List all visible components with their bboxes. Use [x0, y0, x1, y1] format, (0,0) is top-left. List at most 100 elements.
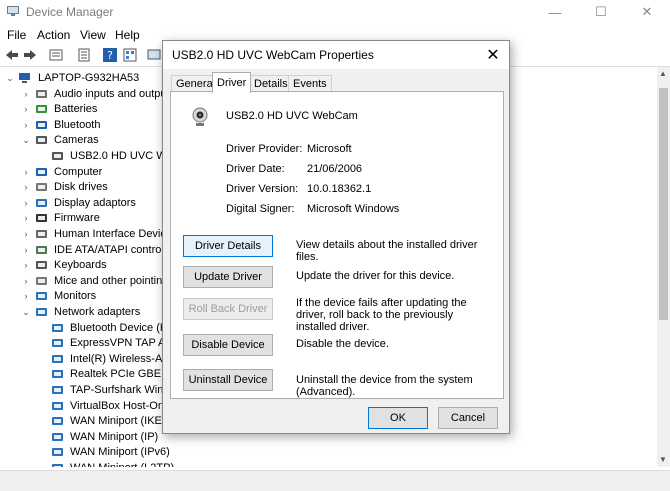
menu-action[interactable]: Action — [37, 28, 70, 42]
expand-chevron-icon[interactable]: › — [21, 210, 31, 226]
bluetooth-icon — [36, 120, 47, 129]
hid-icon — [36, 230, 47, 238]
tree-item-label: Disk drives — [54, 181, 108, 194]
expand-chevron-icon[interactable]: › — [21, 164, 31, 180]
properties-dialog: USB2.0 HD UVC WebCam Properties ✕ Genera… — [162, 40, 510, 434]
speaker-icon — [36, 89, 47, 98]
expand-chevron-icon[interactable]: › — [21, 117, 31, 133]
scan-hardware-icon[interactable] — [146, 47, 162, 63]
chip-icon — [36, 214, 47, 223]
network-adapter-icon — [52, 323, 63, 332]
help-icon[interactable]: ? — [102, 47, 118, 63]
expand-chevron-icon[interactable]: › — [21, 226, 31, 242]
tab-driver[interactable]: Driver — [212, 72, 252, 93]
tree-item-label: IDE ATA/ATAPI controlle — [54, 243, 173, 256]
tab-events[interactable]: Events — [288, 75, 332, 92]
tree-item-label: Audio inputs and outpu — [54, 87, 167, 100]
minimize-button[interactable]: — — [532, 0, 578, 24]
tree-item-label: Intel(R) Wireless-AC — [70, 352, 171, 365]
webcam-icon — [192, 107, 208, 126]
controller-icon — [36, 245, 47, 254]
webcam-icon — [52, 152, 63, 160]
dialog-title: USB2.0 HD UVC WebCam Properties — [172, 48, 374, 62]
expand-chevron-icon[interactable]: › — [21, 288, 31, 304]
driver-details-button[interactable]: Driver Details — [183, 235, 273, 257]
tree-item-label: TAP-Surfshark Windo — [70, 384, 176, 396]
device-manager-icon — [7, 6, 19, 16]
svg-text:?: ? — [107, 49, 113, 62]
close-button[interactable]: ✕ — [624, 0, 670, 24]
dialog-close-button[interactable]: ✕ — [479, 43, 507, 67]
tree-item-label: Cameras — [54, 134, 99, 147]
network-adapter-icon — [52, 386, 63, 394]
disable-device-button[interactable]: Disable Device — [183, 334, 273, 356]
disk-icon — [36, 183, 47, 192]
computer-icon — [36, 167, 47, 176]
tree-item-label: WAN Miniport (IKEv — [70, 415, 168, 428]
tree-item-label: Mice and other pointing — [54, 274, 169, 287]
menu-help[interactable]: Help — [115, 28, 140, 42]
network-adapter-icon — [52, 464, 63, 467]
details-view-icon[interactable] — [122, 47, 138, 63]
collapse-chevron-icon[interactable]: ⌄ — [5, 70, 15, 86]
menu-view[interactable]: View — [80, 28, 106, 42]
update-driver-button[interactable]: Update Driver — [183, 266, 273, 288]
tree-item-label: WAN Miniport (L2TP) — [70, 460, 174, 467]
scroll-up-icon[interactable]: ▲ — [659, 69, 667, 78]
driver-date-label: Driver Date: — [226, 163, 285, 175]
list-view-icon[interactable] — [76, 47, 92, 63]
computer-icon — [19, 73, 30, 83]
tree-item-label: Batteries — [54, 103, 98, 116]
expand-chevron-icon[interactable]: › — [21, 179, 31, 195]
status-bar — [0, 470, 670, 491]
cancel-button[interactable]: Cancel — [438, 407, 498, 429]
tab-details[interactable]: Details — [249, 75, 293, 92]
uninstall-device-description: Uninstall the device from the system (Ad… — [296, 374, 473, 398]
battery-icon — [36, 105, 47, 114]
monitor-icon — [36, 198, 47, 207]
ok-button[interactable]: OK — [368, 407, 428, 429]
tree-item-label: Human Interface Device — [54, 228, 172, 240]
roll-back-driver-description: If the device fails after updating the d… — [296, 297, 467, 333]
monitor-icon — [36, 292, 47, 301]
forward-arrow-icon[interactable] — [22, 47, 38, 63]
uninstall-device-button[interactable]: Uninstall Device — [183, 369, 273, 391]
network-adapter-icon — [52, 354, 63, 363]
expand-chevron-icon[interactable]: › — [21, 101, 31, 117]
driver-date-value: 21/06/2006 — [307, 163, 363, 175]
back-arrow-icon[interactable] — [4, 47, 20, 63]
digital-signer-value: Microsoft Windows — [307, 203, 400, 215]
tree-item-label: Monitors — [54, 290, 97, 303]
properties-view-icon[interactable] — [48, 47, 64, 63]
network-adapter-icon — [52, 339, 63, 348]
expand-chevron-icon[interactable]: › — [21, 195, 31, 211]
expand-chevron-icon[interactable]: › — [21, 257, 31, 273]
network-adapter-icon — [52, 432, 63, 441]
collapse-chevron-icon[interactable]: ⌄ — [21, 132, 31, 148]
expand-chevron-icon[interactable]: › — [21, 273, 31, 289]
tree-item-label: Realtek PCIe GBE Fa — [70, 368, 177, 381]
maximize-button[interactable]: ☐ — [578, 0, 624, 24]
roll-back-driver-button[interactable]: Roll Back Driver — [183, 298, 273, 320]
camera-icon — [36, 136, 47, 145]
collapse-chevron-icon[interactable]: ⌄ — [21, 304, 31, 320]
tree-item-label: Display adaptors — [54, 196, 136, 209]
driver-version-label: Driver Version: — [226, 183, 299, 195]
driver-details-description: View details about the installed driver … — [296, 239, 478, 263]
title-bar: Device Manager — ☐ ✕ — [0, 0, 670, 24]
mouse-icon — [36, 276, 47, 285]
driver-provider-value: Microsoft — [307, 143, 352, 155]
scrollbar-thumb[interactable] — [659, 88, 668, 320]
expand-chevron-icon[interactable]: › — [21, 86, 31, 102]
expand-chevron-icon[interactable]: › — [21, 242, 31, 258]
network-adapter-icon — [52, 370, 63, 379]
menu-file[interactable]: File — [7, 28, 26, 42]
keyboard-icon — [36, 261, 47, 270]
network-adapter-icon — [52, 448, 63, 457]
digital-signer-label: Digital Signer: — [226, 203, 295, 215]
network-adapter-icon — [52, 401, 63, 410]
dialog-title-bar: USB2.0 HD UVC WebCam Properties ✕ — [163, 41, 509, 69]
tree-item-label: WAN Miniport (IPv6) — [70, 446, 170, 459]
scroll-down-icon[interactable]: ▼ — [659, 455, 667, 464]
tree-item-label: Keyboards — [54, 259, 107, 272]
